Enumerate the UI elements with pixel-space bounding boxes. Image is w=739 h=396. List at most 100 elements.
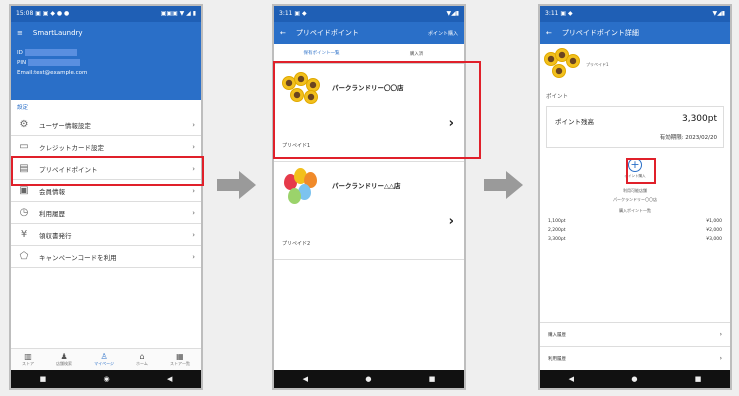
menu-item-label: クレジットカード設定 [39, 143, 104, 152]
chevron-right-icon: › [192, 208, 195, 217]
nav-home-icon[interactable]: ◉ [104, 375, 110, 383]
buy-points-link[interactable]: ポイント購入 [428, 30, 458, 37]
bottom-tab-bar: ▥ ストア ♟ 店舗検索 ♙ マイページ ⌂ ホーム ▦ ストア一覧 [11, 348, 201, 370]
tab-user[interactable]: ♙ マイページ [94, 352, 114, 367]
chevron-right-icon: › [192, 230, 195, 239]
status-left: 3:11 ▣ ◆ [279, 10, 307, 17]
profile-panel: ID PIN Email:test@example.com [11, 44, 201, 100]
yen-icon: ¥ [20, 229, 28, 240]
purchase-history-label: 購入履歴 [548, 332, 566, 338]
card-store-name: パークランドリー△△店 [332, 182, 401, 190]
highlight-charge-button [626, 158, 656, 184]
chevron-right-icon: › [192, 186, 195, 195]
nav-recents-icon[interactable]: ■ [429, 375, 436, 383]
breakdown-row: 2,200pt ¥2,000 [540, 226, 730, 235]
menu-item[interactable]: ⬠ キャンペーンコードを利用 › [11, 246, 201, 268]
sunflower-logo-icon [544, 48, 584, 82]
redacted-id [24, 49, 77, 56]
card-sub-label: プリペイド2 [282, 241, 311, 247]
phone-screen-prepaid-detail: 3:11 ▣ ◆ ▼◢▮ ← プリペイドポイント詳細 プリペイド1 ポイント ポ… [538, 4, 732, 390]
chevron-right-icon: › [719, 355, 722, 362]
usable-stores-label: 利用可能店舗 [623, 188, 647, 193]
pin-label: PIN [17, 60, 27, 66]
purchase-history-link[interactable]: 購入履歴 › [540, 322, 730, 346]
tag-icon: ⬠ [19, 251, 29, 262]
usage-history-link[interactable]: 利用履歴 › [540, 346, 730, 370]
usable-store-name: パークランドリー〇〇店 [613, 197, 657, 202]
tab-label: ストア [22, 361, 35, 366]
prepaid-card[interactable]: パークランドリー△△店 › プリペイド2 [274, 162, 464, 260]
menu-item[interactable]: ⚙ ユーザー情報設定 › [11, 114, 201, 136]
menu-item[interactable]: ◷ 利用履歴 › [11, 202, 201, 224]
back-arrow-icon[interactable]: ← [280, 29, 286, 37]
flow-arrow-icon [217, 171, 256, 199]
nav-home-icon[interactable]: ● [365, 375, 371, 383]
nav-recents-icon[interactable]: ■ [695, 375, 702, 383]
gear-icon: ⚙ [19, 119, 29, 130]
tab-label: ストア一覧 [169, 361, 190, 366]
tab-people[interactable]: ♟ 店舗検索 [56, 352, 72, 367]
app-bar: ← プリペイドポイント詳細 [540, 22, 730, 44]
breakdown-price: ¥2,000 [706, 228, 722, 233]
menu-item-label: ユーザー情報設定 [39, 121, 91, 130]
shop-icon: ▦ [176, 352, 184, 361]
status-right: ▣▣▣ ▼ ◢ ▮ [160, 10, 196, 17]
back-arrow-icon[interactable]: ← [546, 29, 552, 37]
menu-item-label: 領収書発行 [39, 231, 72, 240]
chevron-right-icon: › [192, 252, 195, 261]
store-sub-label: プリペイド1 [586, 62, 609, 67]
points-section-label: ポイント [546, 94, 569, 100]
menu-item-label: キャンペーンコードを利用 [39, 253, 117, 262]
nav-back-icon[interactable]: ■ [40, 375, 47, 383]
status-left: 15:08 ▣ ▣ ◆ ● ● [16, 10, 70, 17]
store-header: プリペイド1 [540, 44, 730, 90]
settings-menu: ⚙ ユーザー情報設定 › ▭ クレジットカード設定 › ▤ プリペイドポイント › ▣ 会員情報 › ◷… [11, 114, 201, 268]
menu-item[interactable]: ▭ クレジットカード設定 › [11, 136, 201, 158]
page-title: プリペイドポイント [295, 29, 359, 37]
tab-home[interactable]: ⌂ ホーム [136, 352, 148, 367]
detail-links: 購入履歴 › 利用履歴 › [540, 322, 730, 370]
breakdown-points: 1,100pt [548, 219, 566, 224]
tab-shop[interactable]: ▦ ストア一覧 [170, 352, 190, 367]
points-summary: ポイント残高 3,300pt 有効期限: 2023/02/20 [546, 106, 724, 148]
status-right: ▼◢▮ [446, 10, 459, 17]
app-bar: ≡ SmartLaundry [11, 22, 201, 44]
status-bar: 3:11 ▣ ◆ ▼◢▮ [274, 6, 464, 22]
points-expiry: 有効期限: 2023/02/20 [659, 135, 717, 141]
breakdown-price: ¥3,000 [706, 237, 722, 242]
nav-recents-icon[interactable]: ◀ [167, 375, 172, 383]
app-bar: ← プリペイドポイント ポイント購入 [274, 22, 464, 44]
history-clock-icon: ◷ [19, 207, 29, 218]
id-label: ID [17, 50, 23, 56]
people-icon: ♟ [60, 352, 68, 361]
nav-home-icon[interactable]: ● [631, 375, 637, 383]
id-card-icon: ▣ [19, 185, 29, 196]
nav-back-icon[interactable]: ◀ [303, 375, 308, 383]
nav-back-icon[interactable]: ◀ [569, 375, 574, 383]
menu-item-label: 会員情報 [39, 187, 65, 196]
chevron-right-icon: › [192, 142, 195, 151]
points-balance-value: 3,300pt [681, 114, 717, 124]
home-icon: ⌂ [139, 352, 145, 361]
app-title: SmartLaundry [32, 29, 83, 37]
flow-arrow-icon [484, 171, 523, 199]
breakdown-points: 3,300pt [548, 237, 566, 242]
system-nav-bar: ■ ◉ ◀ [11, 370, 201, 388]
chevron-right-icon: › [448, 214, 454, 229]
menu-item[interactable]: ¥ 領収書発行 › [11, 224, 201, 246]
status-bar: 15:08 ▣ ▣ ◆ ● ● ▣▣▣ ▼ ◢ ▮ [11, 6, 201, 22]
store-icon: ▥ [24, 352, 32, 361]
points-balance-label: ポイント残高 [555, 118, 594, 126]
tab-label: ホーム [136, 361, 148, 366]
tab-store[interactable]: ▥ ストア [22, 352, 34, 367]
menu-item-label: 利用履歴 [39, 209, 65, 218]
breakdown-points: 2,200pt [548, 228, 566, 233]
menu-icon[interactable]: ≡ [17, 29, 23, 37]
system-nav-bar: ◀ ● ■ [540, 370, 730, 388]
breakdown-label: 購入ポイント一覧 [619, 208, 651, 213]
status-right: ▼◢▮ [712, 10, 725, 17]
credit-card-icon: ▭ [19, 141, 29, 152]
tab-label: 店舗検索 [56, 361, 73, 366]
chevron-right-icon: › [719, 331, 722, 338]
status-left: 3:11 ▣ ◆ [545, 10, 573, 17]
